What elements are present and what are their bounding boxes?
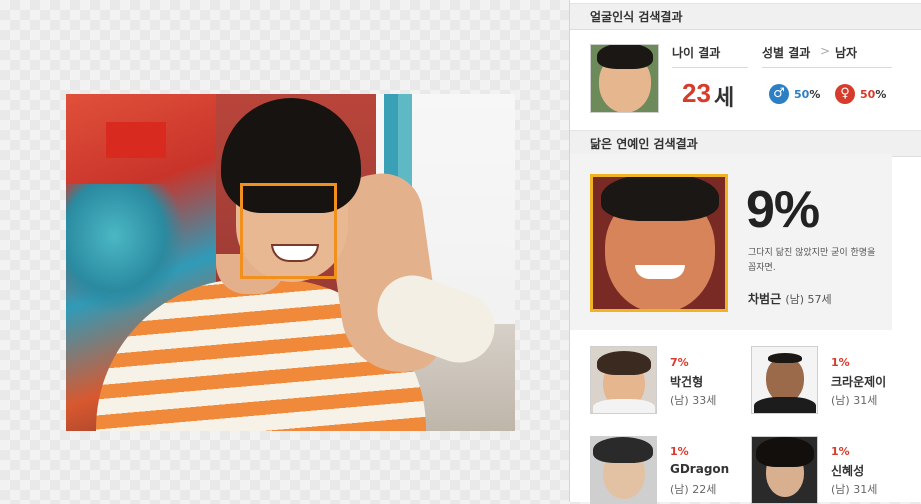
gender-divider xyxy=(762,67,892,68)
match-thumbnail[interactable] xyxy=(751,436,818,504)
best-match-photo[interactable] xyxy=(590,174,728,312)
best-match-hair xyxy=(601,177,719,221)
match-thumbnail[interactable] xyxy=(751,346,818,414)
match-meta: (남) 31세 xyxy=(831,483,878,496)
face-result-title: 얼굴인식 검색결과 xyxy=(570,3,921,30)
female-percent-unit: % xyxy=(875,88,887,101)
match-meta: (남) 33세 xyxy=(670,394,717,407)
match-hair xyxy=(593,437,653,463)
best-match-smile xyxy=(635,265,685,279)
match-percent: 1% xyxy=(831,445,850,458)
match-body xyxy=(593,399,655,413)
gender-value: 남자 xyxy=(835,46,858,60)
age-value: 23 xyxy=(682,78,711,108)
match-percent: 7% xyxy=(670,356,689,369)
match-thumbnail[interactable] xyxy=(590,346,657,414)
age-unit: 세 xyxy=(714,86,735,111)
match-hair xyxy=(756,437,814,467)
gender-label: 성별 결과 xyxy=(762,46,811,60)
match-name[interactable]: 박건형 xyxy=(670,373,703,390)
gender-separator-icon: > xyxy=(820,44,831,58)
male-percent: 50% xyxy=(794,88,820,101)
match-name[interactable]: 신혜성 xyxy=(831,462,864,479)
match-name[interactable]: 크라운제이 xyxy=(831,373,886,390)
match-thumbnail[interactable] xyxy=(590,436,657,504)
age-divider xyxy=(672,67,748,68)
match-name[interactable]: GDragon xyxy=(670,462,729,476)
result-panel: 얼굴인식 검색결과 나이 결과 23 세 성별 결과 > 남자 ♂ 50% ♀ … xyxy=(569,0,921,504)
female-percent-value: 50 xyxy=(860,88,876,101)
match-hair xyxy=(597,351,651,375)
match-meta: (남) 22세 xyxy=(670,483,717,496)
user-face-thumbnail xyxy=(590,44,659,113)
male-percent-value: 50 xyxy=(794,88,810,101)
best-match-description: 그다지 닮진 않았지만 굳이 한명을 꼽자면. xyxy=(748,248,876,273)
best-match-percent: 9% xyxy=(746,181,820,239)
female-symbol-icon: ♀ xyxy=(835,84,855,104)
match-percent: 1% xyxy=(670,445,689,458)
match-hair xyxy=(768,353,802,363)
face-detection-box xyxy=(240,183,337,279)
photo-red-sign xyxy=(106,122,166,158)
match-body xyxy=(754,397,816,413)
similar-result-title: 닮은 연예인 검색결과 xyxy=(570,130,921,157)
best-match-meta: (남) 57세 xyxy=(785,293,832,306)
female-percent: 50% xyxy=(860,88,886,101)
match-percent: 1% xyxy=(831,356,850,369)
male-symbol-icon: ♂ xyxy=(769,84,789,104)
best-match-name: 차범근 xyxy=(748,292,782,306)
best-match-name-line[interactable]: 차범근 (남) 57세 xyxy=(748,290,832,307)
male-percent-unit: % xyxy=(809,88,821,101)
photo-poster-art xyxy=(66,184,186,314)
thumb-hair xyxy=(597,45,653,69)
match-meta: (남) 31세 xyxy=(831,394,878,407)
age-label: 나이 결과 xyxy=(672,46,721,60)
best-match-card[interactable]: 9% 그다지 닮진 않았지만 굳이 한명을 꼽자면. 차범근 (남) 57세 xyxy=(570,154,892,330)
